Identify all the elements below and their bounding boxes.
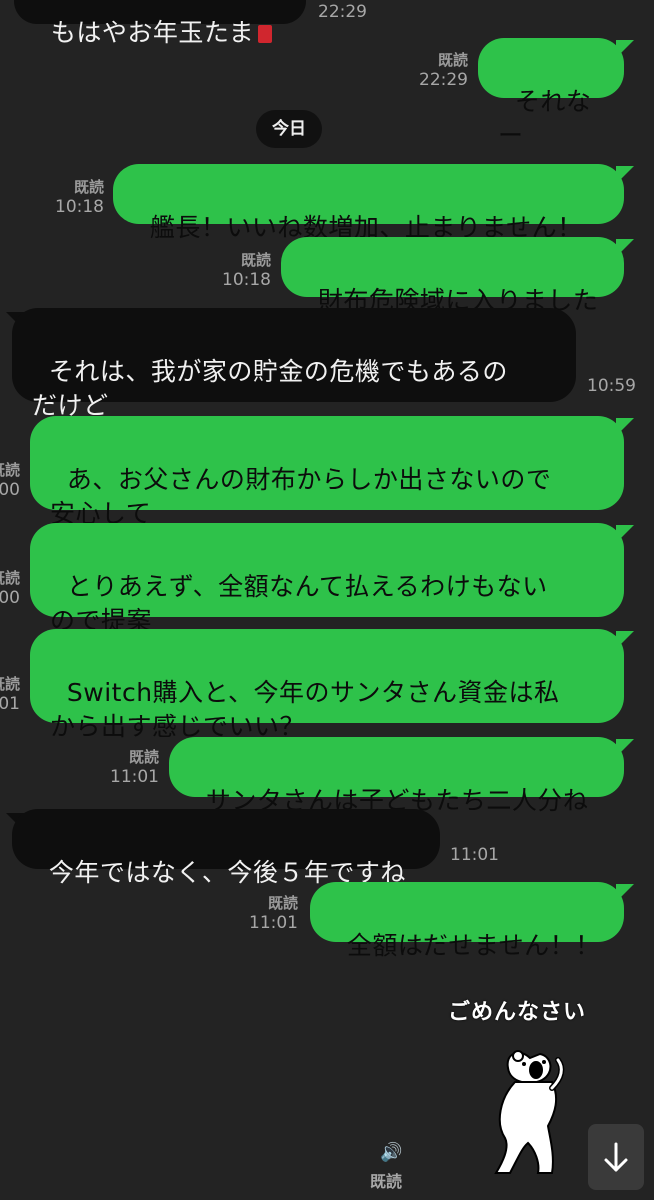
message-meta: 既読 00 xyxy=(0,568,20,608)
message-text: もはやお年玉たま xyxy=(50,18,255,47)
message-bubble-incoming[interactable]: それは、我が家の貯金の危機でもあるの だけど xyxy=(12,308,576,420)
read-receipt: 既読 xyxy=(267,894,298,912)
message-text: それなー xyxy=(498,87,592,150)
message-bubble-incoming[interactable]: もはやお年玉たま xyxy=(14,0,306,47)
message-bubble-outgoing[interactable]: あ、お父さんの財布からしか出さないので 安心して xyxy=(30,416,624,528)
message-time: 11:01 xyxy=(110,767,159,787)
message-time: 22:29 xyxy=(318,2,367,22)
message-bubble-outgoing[interactable]: 艦長！いいね数増加、止まりません！ xyxy=(113,164,624,242)
arrow-down-icon xyxy=(604,1142,628,1172)
message-bubble-outgoing[interactable]: とりあえず、全額なんて払えるわけもない ので提案 xyxy=(30,523,624,635)
message-time: 10:18 xyxy=(55,197,104,217)
message-meta: 既読 11:01 xyxy=(91,747,159,787)
date-separator: 今日 xyxy=(256,110,322,148)
message-meta: 既読 00 xyxy=(0,460,20,500)
bubble-tail xyxy=(616,525,634,543)
red-envelope-icon xyxy=(258,25,273,43)
message-time: 00 xyxy=(0,480,20,500)
message-time: 10:59 xyxy=(587,376,636,396)
message-meta: 既読 11:01 xyxy=(230,893,298,933)
message-time: 10:18 xyxy=(222,270,271,290)
bubble-tail xyxy=(616,631,634,649)
message-text: とりあえず、全額なんて払えるわけもない ので提案 xyxy=(50,572,548,635)
bubble-tail xyxy=(616,884,634,902)
message-meta: 既読 10:18 xyxy=(36,177,104,217)
message-time: 00 xyxy=(0,588,20,608)
message-bubble-outgoing[interactable]: サンタさんは子どもたち二人分ね xyxy=(169,737,624,815)
message-bubble-incoming[interactable]: 今年ではなく、今後５年ですね xyxy=(12,809,440,887)
message-meta: 既読 10:18 xyxy=(203,250,271,290)
message-bubble-outgoing[interactable]: 全額はだせません！！ xyxy=(310,882,624,960)
sticker-caption: ごめんなさい xyxy=(448,1000,587,1025)
read-receipt: 既読 xyxy=(0,569,20,587)
message-text: あ、お父さんの財布からしか出さないので 安心して xyxy=(50,465,552,528)
message-text: それは、我が家の貯金の危機でもあるの だけど xyxy=(32,357,508,420)
message-time: 11:01 xyxy=(249,913,298,933)
message-time: 01 xyxy=(0,694,20,714)
message-text: Switch購入と、今年のサンタさん資金は私 から出す感じでいい？ xyxy=(50,678,560,741)
read-receipt: 既読 xyxy=(240,251,271,269)
message-meta: 既読 01 xyxy=(0,674,20,714)
message-meta: 既読 22:29 xyxy=(400,50,468,90)
read-receipt: 既読 xyxy=(0,675,20,693)
read-receipt: 既読 xyxy=(128,748,159,766)
message-bubble-outgoing[interactable]: それなー xyxy=(478,38,624,150)
message-bubble-outgoing[interactable]: Switch購入と、今年のサンタさん資金は私 から出す感じでいい？ xyxy=(30,629,624,741)
message-time: 22:29 xyxy=(419,70,468,90)
read-receipt: 既読 xyxy=(370,1172,403,1191)
read-receipt: 既読 xyxy=(437,51,468,69)
message-text: 全額はだせません！！ xyxy=(346,931,601,960)
read-receipt: 既読 xyxy=(73,178,104,196)
bubble-tail xyxy=(616,418,634,436)
scroll-to-bottom-button[interactable] xyxy=(588,1124,644,1190)
read-receipt: 既読 xyxy=(0,461,20,479)
message-bubble-outgoing[interactable]: 財布危険域に入りました xyxy=(281,237,624,315)
bubble-tail xyxy=(616,739,634,757)
message-time: 11:01 xyxy=(450,845,499,865)
speaker-icon[interactable]: 🔊 xyxy=(380,1142,402,1163)
